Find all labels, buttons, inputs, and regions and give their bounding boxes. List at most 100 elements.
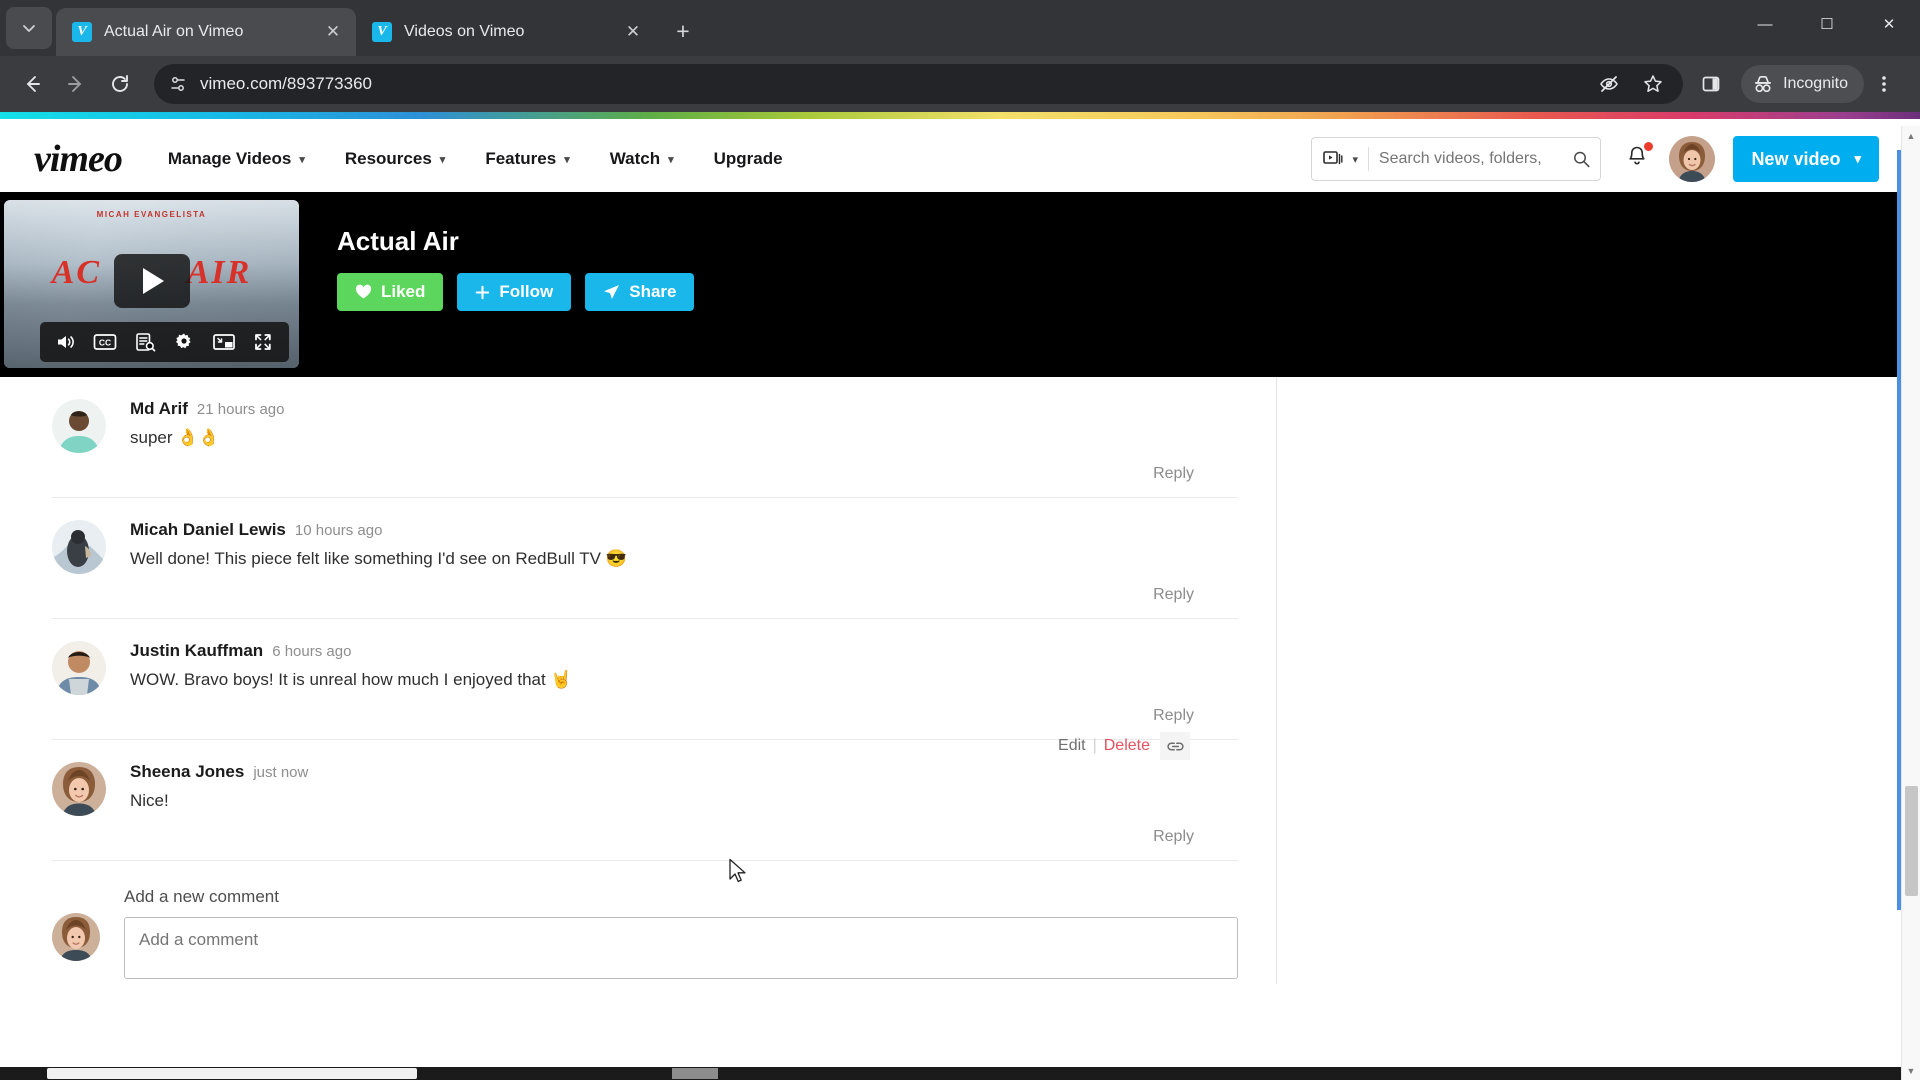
comment-author[interactable]: Sheena Jones [130,762,244,782]
avatar[interactable] [52,520,106,574]
comment-header: Micah Daniel Lewis 10 hours ago [130,520,1238,540]
comment-author[interactable]: Micah Daniel Lewis [130,520,286,540]
comment-footer: Reply [52,453,1238,498]
avatar[interactable] [52,399,106,453]
avatar-image [52,762,106,816]
reply-button[interactable]: Reply [1153,465,1194,497]
maximize-button[interactable]: ☐ [1796,0,1858,48]
nav-features[interactable]: Features ▾ [465,141,589,177]
new-tab-button[interactable]: + [666,14,700,48]
address-bar[interactable]: vimeo.com/893773360 [154,64,1684,104]
avatar[interactable] [52,762,106,816]
edit-comment-button[interactable]: Edit [1058,737,1086,755]
follow-button[interactable]: Follow [457,273,572,311]
avatar-image [52,520,106,574]
comment-body: Sheena Jones just now Nice! [130,762,1238,816]
avatar[interactable] [52,641,106,695]
tab-close-button[interactable]: ✕ [620,19,646,45]
comment-item-own: Edit | Delete Sheena Jones just now Nice… [0,732,1276,816]
notifications-button[interactable] [1623,140,1655,176]
chevron-down-icon: ▾ [564,153,570,166]
tab-search-button[interactable] [6,7,52,49]
reply-button[interactable]: Reply [1153,586,1194,618]
thumbnail-title-left: AC [51,254,101,291]
volume-icon[interactable] [51,328,81,356]
nav-resources[interactable]: Resources ▾ [325,141,465,177]
comment-timestamp: just now [253,764,309,781]
picture-in-picture-icon[interactable] [209,328,239,356]
horizontal-scroll-marker [672,1068,718,1079]
chevron-down-icon: ▾ [1352,153,1358,166]
comment-author[interactable]: Md Arif [130,399,188,419]
incognito-icon [1755,76,1772,93]
rainbow-divider [0,112,1920,119]
tab-videos-on-vimeo[interactable]: V Videos on Vimeo ✕ [356,8,656,56]
action-separator: | [1092,737,1097,754]
comment-author[interactable]: Justin Kauffman [130,641,263,661]
side-panel-icon[interactable] [1691,64,1731,104]
browser-window: V Actual Air on Vimeo ✕ V Videos on Vime… [0,0,1920,1080]
three-dot-menu-icon[interactable] [1864,64,1904,104]
close-window-button[interactable]: ✕ [1858,0,1920,48]
transcript-glyph [135,333,156,352]
share-label: Share [629,282,677,301]
browser-toolbar: vimeo.com/893773360 Incognito [0,56,1920,112]
thumbnail-title-right: AIR [186,254,252,291]
play-button[interactable] [113,253,190,308]
horizontal-scroll-thumb[interactable] [47,1068,417,1079]
vertical-scrollbar[interactable]: ▲ ▼ [1901,126,1920,1080]
search-scope-selector[interactable]: ▾ [1322,149,1358,169]
page-settings-icon[interactable] [168,74,188,94]
bookmark-star-icon[interactable] [1633,64,1673,104]
vertical-scroll-thumb[interactable] [1905,786,1918,896]
comment-text: Well done! This piece felt like somethin… [130,549,627,568]
link-icon[interactable] [1160,732,1190,760]
scroll-down-button[interactable]: ▼ [1902,1061,1920,1080]
comment-owner-actions: Edit | Delete [1058,732,1190,760]
video-player[interactable]: MICAH EVANGELISTA AC AIR CC [4,200,299,368]
share-button[interactable]: Share [585,273,695,311]
incognito-profile-button[interactable]: Incognito [1741,65,1864,103]
fullscreen-icon[interactable] [248,328,278,356]
captions-icon[interactable]: CC [90,328,120,356]
vimeo-logo[interactable]: vimeo [34,137,123,181]
new-video-button[interactable]: New video ▾ [1733,136,1879,182]
search-input[interactable] [1378,150,1572,168]
reply-button[interactable]: Reply [1153,828,1194,860]
nav-watch[interactable]: Watch ▾ [590,141,694,177]
minimize-button[interactable]: — [1734,0,1796,48]
avatar-image [52,641,106,695]
liked-button[interactable]: Liked [337,273,444,311]
horizontal-scrollbar[interactable] [0,1067,1901,1080]
vimeo-icon: V [372,22,392,42]
incognito-label: Incognito [1783,75,1848,92]
forward-button[interactable] [56,64,96,104]
search-icon[interactable] [1572,149,1591,169]
tracking-protection-icon[interactable] [1589,64,1629,104]
nav-upgrade[interactable]: Upgrade [694,141,803,177]
search-divider [1367,147,1369,171]
nav-manage-videos[interactable]: Manage Videos ▾ [148,141,325,177]
play-triangle-icon [143,267,164,294]
plus-icon [475,285,490,300]
url-text: vimeo.com/893773360 [200,74,373,93]
delete-comment-button[interactable]: Delete [1104,737,1150,755]
video-meta: Actual Air Liked Follow Share [299,192,708,311]
tab-actual-air[interactable]: V Actual Air on Vimeo ✕ [56,8,356,56]
tab-close-button[interactable]: ✕ [320,19,346,45]
back-button[interactable] [12,64,52,104]
transcript-icon[interactable] [130,328,160,356]
chevron-down-icon: ▾ [1854,151,1861,166]
pip-glyph [212,334,235,350]
cc-glyph: CC [93,334,117,350]
nav-label: Resources [344,149,432,168]
svg-text:CC: CC [99,338,111,348]
settings-gear-icon[interactable] [169,328,199,356]
comment-timestamp: 10 hours ago [294,522,383,539]
search-bar[interactable]: ▾ [1311,137,1602,181]
new-comment-textarea[interactable] [124,917,1238,979]
avatar[interactable] [1669,136,1716,182]
scroll-up-button[interactable]: ▲ [1902,126,1920,145]
side-panel-glyph [1702,76,1720,92]
reload-button[interactable] [100,64,140,104]
